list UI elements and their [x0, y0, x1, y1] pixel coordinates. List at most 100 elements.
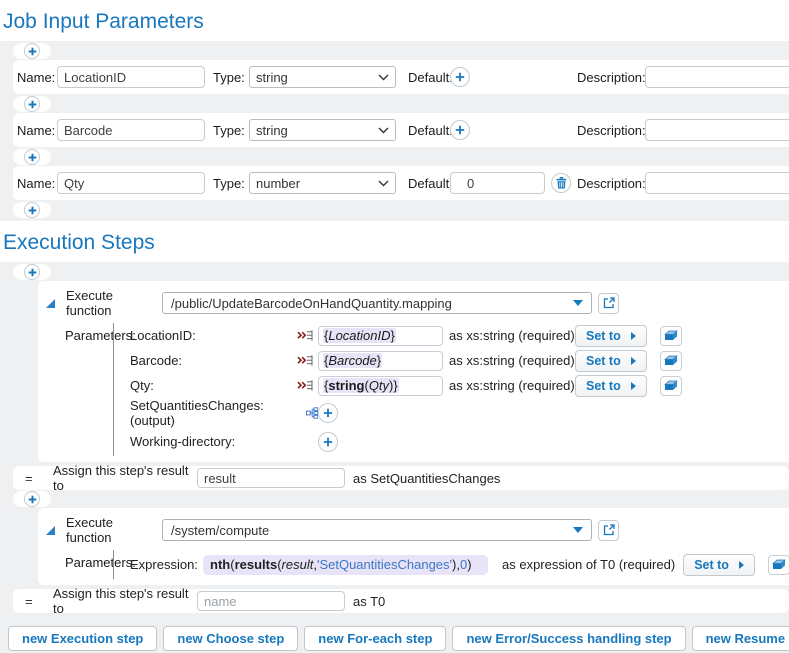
default-label: Default: — [408, 176, 450, 191]
function-path: /public/UpdateBarcodeOnHandQuantity.mapp… — [171, 296, 573, 311]
value-setter-icon — [297, 329, 313, 342]
collapse-step-toggle[interactable] — [45, 298, 57, 309]
clear-value-button[interactable] — [660, 326, 682, 346]
add-default-button[interactable] — [450, 120, 470, 140]
name-label: Name: — [17, 123, 57, 138]
parameter-type-select[interactable]: string — [249, 66, 396, 88]
arrow-right-icon — [631, 382, 636, 390]
description-label: Description: — [577, 176, 645, 191]
parameter-type-select[interactable]: string — [249, 119, 396, 141]
value-setter-icon — [297, 354, 313, 367]
parameter-label: Barcode: — [130, 353, 297, 368]
add-step-button[interactable] — [24, 491, 40, 507]
parameter-name-input[interactable] — [57, 172, 205, 194]
input-parameter-row: Name: Type: string Default: Description: — [13, 60, 789, 94]
structure-icon — [306, 407, 318, 419]
collapse-triangle-icon — [45, 298, 56, 309]
description-label: Description: — [577, 123, 645, 138]
external-link-icon — [603, 297, 615, 309]
working-directory-label: Working-directory: — [130, 434, 318, 449]
expression-label: Expression: — [130, 557, 203, 572]
trash-icon — [556, 177, 567, 189]
default-value-input[interactable] — [450, 172, 545, 194]
add-parameter-button[interactable] — [24, 43, 40, 59]
add-step-tab — [13, 491, 51, 507]
parameter-description-input[interactable] — [645, 119, 789, 141]
result-name-input[interactable] — [197, 468, 345, 488]
default-cell — [450, 172, 577, 194]
parameter-name-input[interactable] — [57, 119, 205, 141]
assign-result-row: = Assign this step's result to as T0 — [13, 589, 789, 613]
step-header: Execute function /public/UpdateBarcodeOn… — [38, 281, 789, 323]
new-for-each-step-button[interactable]: new For-each step — [304, 626, 446, 651]
new-choose-step-button[interactable]: new Choose step — [163, 626, 298, 651]
new-error-success-handling-step-button[interactable]: new Error/Success handling step — [452, 626, 685, 651]
add-parameter-tab — [13, 43, 51, 59]
delete-default-button[interactable] — [551, 173, 571, 193]
arrow-right-icon — [631, 332, 636, 340]
result-name-input[interactable] — [197, 591, 345, 611]
function-parameter-row: Working-directory: — [130, 427, 789, 456]
add-working-directory-button[interactable] — [318, 432, 338, 452]
name-label: Name: — [17, 176, 57, 191]
name-label: Name: — [17, 70, 57, 85]
function-parameter-row: LocationID: {LocationID} as xs:string (r… — [130, 323, 789, 348]
eraser-icon — [664, 330, 678, 341]
add-parameter-button[interactable] — [24, 96, 40, 112]
collapse-step-toggle[interactable] — [45, 525, 57, 536]
new-resume-step-button[interactable]: new Resume step — [692, 626, 789, 651]
step-parameters: Parameters: Expression: nth(results(resu… — [38, 550, 789, 585]
parameter-description-input[interactable] — [645, 66, 789, 88]
clear-value-button[interactable] — [660, 376, 682, 396]
add-parameter-button[interactable] — [24, 149, 40, 165]
collapse-triangle-icon — [45, 525, 56, 536]
set-to-button[interactable]: Set to — [683, 554, 755, 576]
clear-value-button[interactable] — [768, 555, 789, 575]
set-to-button[interactable]: Set to — [575, 375, 647, 397]
open-function-button[interactable] — [598, 293, 619, 314]
execute-function-label: Execute function — [66, 288, 162, 318]
parameter-value-input[interactable]: {string(Qty)} — [318, 376, 443, 396]
set-to-button[interactable]: Set to — [575, 350, 647, 372]
job-input-parameters-title: Job Input Parameters — [0, 0, 789, 41]
equals-sign: = — [25, 471, 53, 486]
new-execution-step-button[interactable]: new Execution step — [8, 626, 157, 651]
parameter-value-input[interactable]: {Barcode} — [318, 351, 443, 371]
add-step-button[interactable] — [24, 264, 40, 280]
eraser-icon — [772, 559, 786, 570]
clear-value-button[interactable] — [660, 351, 682, 371]
parameter-type-note: as expression of T0 (required) — [502, 557, 675, 572]
result-type-note: as SetQuantitiesChanges — [353, 471, 500, 486]
execute-function-label: Execute function — [66, 515, 162, 545]
add-parameter-tab — [13, 202, 51, 218]
function-parameter-row: Barcode: {Barcode} as xs:string (require… — [130, 348, 789, 373]
parameter-description-input[interactable] — [645, 172, 789, 194]
value-setter-icon — [297, 379, 313, 392]
function-combo[interactable]: /public/UpdateBarcodeOnHandQuantity.mapp… — [162, 292, 592, 314]
set-to-button[interactable]: Set to — [575, 325, 647, 347]
add-parameter-button[interactable] — [24, 202, 40, 218]
open-function-button[interactable] — [598, 520, 619, 541]
function-parameter-row: Expression: nth(results(result, 'SetQuan… — [130, 550, 789, 579]
job-input-parameters-section: Name: Type: string Default: Description:… — [0, 41, 789, 221]
parameter-type-select[interactable]: number — [249, 172, 396, 194]
add-default-button[interactable] — [450, 67, 470, 87]
plus-icon — [28, 268, 37, 277]
parameter-value-input[interactable]: {LocationID} — [318, 326, 443, 346]
plus-icon — [28, 206, 37, 215]
plus-icon — [28, 100, 37, 109]
execution-step-2: Execute function /system/compute Paramet… — [38, 508, 789, 585]
dropdown-arrow-icon — [573, 300, 583, 306]
expression-input[interactable]: nth(results(result, 'SetQuantitiesChange… — [203, 555, 488, 575]
function-combo[interactable]: /system/compute — [162, 519, 592, 541]
parameter-type-note: as xs:string (required) — [449, 328, 573, 343]
eraser-icon — [664, 355, 678, 366]
add-output-target-button[interactable] — [318, 403, 338, 423]
arrow-right-icon — [631, 357, 636, 365]
parameter-type-note: as xs:string (required) — [449, 353, 573, 368]
parameter-name-input[interactable] — [57, 66, 205, 88]
chevron-down-icon — [378, 180, 389, 187]
plus-icon — [28, 47, 37, 56]
type-label: Type: — [213, 123, 249, 138]
selected-type: string — [256, 123, 378, 138]
